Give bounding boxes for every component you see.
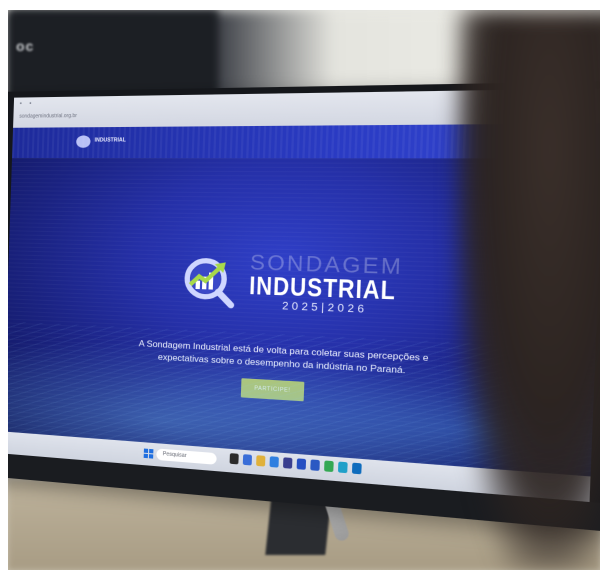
chrome-icon[interactable] (324, 460, 334, 473)
start-icon[interactable] (143, 448, 154, 459)
person-silhouette (456, 10, 600, 570)
photo: oc • • sondagemindustrial.org.br ☆ ⋮ IND… (8, 10, 600, 570)
brand-main: INDUSTRIAL (248, 271, 397, 307)
store-icon[interactable] (269, 456, 279, 468)
file-explorer-icon[interactable] (229, 453, 239, 465)
magnifier-chart-icon (181, 255, 237, 310)
photos-icon[interactable] (282, 457, 293, 469)
taskbar-search-input[interactable]: Pesquisar (156, 448, 217, 465)
edge-icon[interactable] (337, 461, 348, 474)
browser-icon[interactable] (242, 454, 253, 466)
address-bar[interactable]: sondagemindustrial.org.br (19, 113, 77, 120)
participate-button[interactable]: PARTICIPE! (240, 378, 305, 402)
mail-icon[interactable] (256, 455, 266, 467)
outlook-icon[interactable] (351, 462, 362, 475)
settings-icon[interactable] (296, 458, 307, 470)
hero-tagline: A Sondagem Industrial está de volta para… (138, 337, 429, 376)
brand-wordmark: SONDAGEM INDUSTRIAL 2025|2026 (248, 251, 431, 319)
word-icon[interactable] (310, 459, 320, 471)
site-logo-icon[interactable] (76, 135, 91, 148)
background-sign: oc (16, 38, 35, 54)
site-name[interactable]: INDUSTRIAL (94, 137, 125, 143)
tab-strip[interactable]: • • (20, 101, 35, 107)
